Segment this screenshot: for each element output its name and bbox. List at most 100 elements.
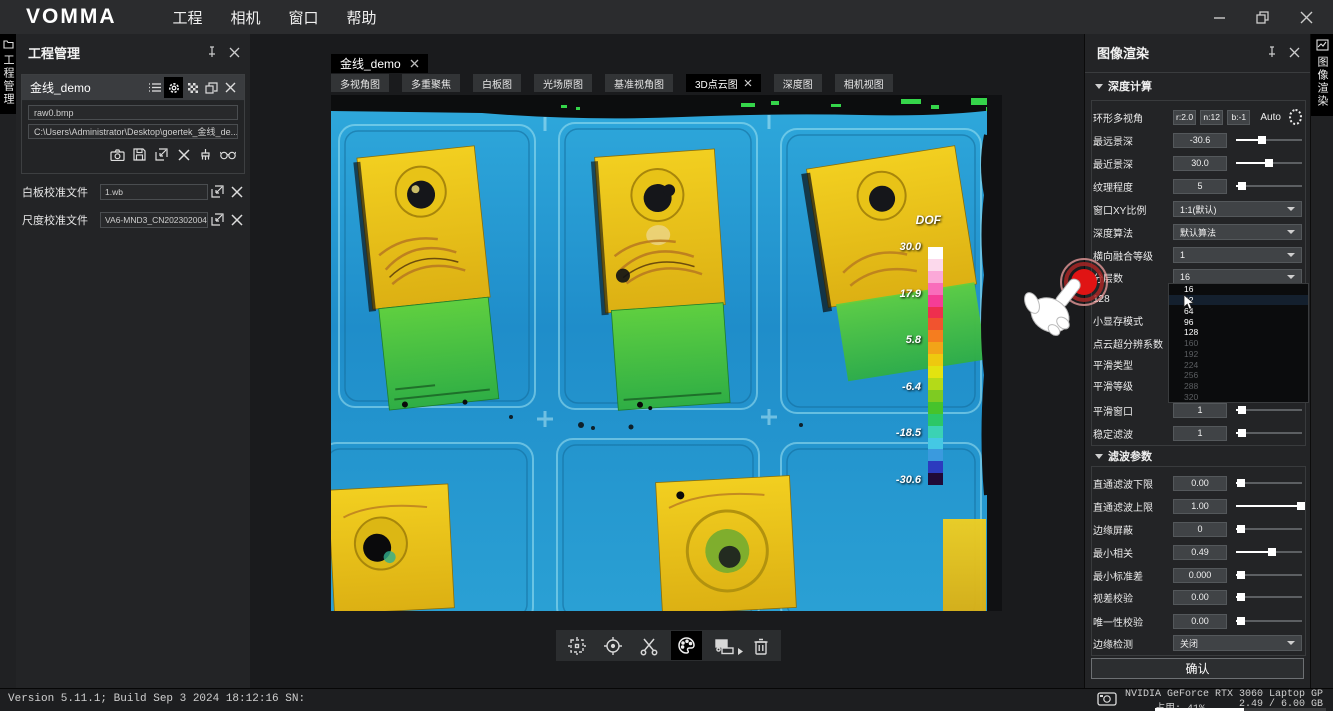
min-correlation-value[interactable]: 0.49 (1173, 545, 1227, 560)
clone-icon[interactable] (202, 77, 221, 98)
close-icon[interactable] (221, 77, 240, 98)
center-target-icon[interactable] (599, 633, 626, 658)
passthrough-lower-slider[interactable] (1236, 475, 1302, 491)
stable-filter-value[interactable]: 1 (1173, 426, 1227, 441)
slider-handle[interactable] (1265, 159, 1273, 167)
close-icon[interactable] (227, 181, 246, 202)
slider-handle[interactable] (1268, 548, 1276, 556)
texture-level-value[interactable]: 5 (1173, 179, 1227, 194)
depth-section-header[interactable]: 深度计算 (1095, 78, 1152, 94)
close-icon[interactable] (744, 79, 752, 87)
close-icon[interactable] (175, 144, 192, 165)
dropdown-option[interactable]: 96 (1169, 316, 1308, 327)
smooth-window-slider[interactable] (1236, 402, 1302, 418)
project-path-field[interactable]: C:\Users\Administrator\Desktop\goertek_金… (28, 124, 238, 139)
pin-icon[interactable] (1265, 46, 1277, 58)
edge-mask-slider[interactable] (1236, 521, 1302, 537)
ring-b-field[interactable]: b:-1 (1227, 110, 1250, 125)
uniqueness-check-slider[interactable] (1236, 613, 1302, 629)
min-stddev-slider[interactable] (1236, 567, 1302, 583)
tab-multifocus[interactable]: 多重聚焦 (402, 74, 460, 92)
edge-mask-value[interactable]: 0 (1173, 522, 1227, 537)
dropdown-option[interactable]: 16 (1169, 284, 1308, 295)
slider-handle[interactable] (1237, 617, 1245, 625)
project-row[interactable]: 金线_demo (22, 75, 244, 101)
far-depth-value[interactable]: -30.6 (1173, 133, 1227, 148)
document-tab[interactable]: 金线_demo (331, 54, 428, 73)
refresh-spinner-icon[interactable] (1289, 109, 1302, 125)
passthrough-upper-slider[interactable] (1236, 498, 1302, 514)
glasses-icon[interactable] (219, 144, 236, 165)
render-panel-rail-tab[interactable]: 图像渲染 (1311, 34, 1333, 116)
palette-icon[interactable] (671, 631, 702, 660)
export-icon[interactable] (153, 144, 170, 165)
slider-handle[interactable] (1237, 525, 1245, 533)
edge-detect-select[interactable]: 关闭 (1173, 635, 1302, 651)
window-xy-ratio-select[interactable]: 1:1(默认) (1173, 201, 1302, 217)
dropdown-option[interactable]: 32 (1169, 295, 1308, 306)
dropdown-option[interactable]: 64 (1169, 305, 1308, 316)
restore-icon[interactable] (1256, 11, 1270, 24)
slider-handle[interactable] (1237, 479, 1245, 487)
uniqueness-check-value[interactable]: 0.00 (1173, 614, 1227, 629)
checkerboard-icon[interactable] (183, 77, 202, 98)
close-icon[interactable] (1300, 11, 1313, 24)
slider-handle[interactable] (1237, 593, 1245, 601)
texture-level-slider[interactable] (1236, 178, 1302, 194)
trash-icon[interactable] (747, 633, 774, 658)
confirm-button[interactable]: 确认 (1091, 658, 1304, 679)
edit-icon[interactable] (208, 181, 227, 202)
project-panel-rail-tab[interactable]: 工程管理 (0, 34, 16, 114)
window-layout-icon[interactable] (711, 633, 738, 658)
ring-n-field[interactable]: n:12 (1200, 110, 1223, 125)
close-icon[interactable] (227, 209, 246, 230)
slider-handle[interactable] (1258, 136, 1266, 144)
near-depth-slider[interactable] (1236, 155, 1302, 171)
tab-whiteboard[interactable]: 白板图 (473, 74, 521, 92)
point-cloud-view[interactable] (331, 95, 1002, 611)
close-icon[interactable] (1289, 47, 1300, 58)
far-depth-slider[interactable] (1236, 132, 1302, 148)
tab-lightfield[interactable]: 光场原图 (534, 74, 592, 92)
close-icon[interactable] (410, 59, 419, 68)
min-correlation-slider[interactable] (1236, 544, 1302, 560)
broom-icon[interactable] (197, 144, 214, 165)
lateral-fusion-select[interactable]: 1 (1173, 247, 1302, 263)
save-icon[interactable] (131, 144, 148, 165)
slider-handle[interactable] (1238, 406, 1246, 414)
depth-algorithm-select[interactable]: 默认算法 (1173, 224, 1302, 240)
tab-camera-view[interactable]: 相机视图 (835, 74, 893, 92)
minimize-icon[interactable] (1213, 11, 1226, 24)
tab-3d-pointcloud[interactable]: 3D点云图 (686, 74, 761, 92)
frame-adjust-icon[interactable] (563, 633, 590, 658)
tab-reference-view[interactable]: 基准视角图 (605, 74, 673, 92)
menu-help[interactable]: 帮助 (347, 7, 377, 28)
list-icon[interactable] (145, 77, 164, 98)
scissors-icon[interactable] (635, 633, 662, 658)
menu-window[interactable]: 窗口 (289, 7, 319, 28)
disparity-check-slider[interactable] (1236, 589, 1302, 605)
auto-label[interactable]: Auto (1260, 112, 1281, 123)
slider-handle[interactable] (1237, 571, 1245, 579)
menu-project[interactable]: 工程 (173, 7, 203, 28)
stable-filter-slider[interactable] (1236, 425, 1302, 441)
gear-icon[interactable] (164, 77, 183, 98)
menu-camera[interactable]: 相机 (231, 7, 261, 28)
filter-section-header[interactable]: 滤波参数 (1095, 448, 1152, 464)
min-stddev-value[interactable]: 0.000 (1173, 568, 1227, 583)
slider-handle[interactable] (1238, 429, 1246, 437)
close-icon[interactable] (229, 47, 240, 58)
scale-calib-field[interactable]: VA6-MND3_CN2023020048... (100, 212, 208, 228)
camera-icon[interactable] (109, 144, 126, 165)
disparity-check-value[interactable]: 0.00 (1173, 590, 1227, 605)
tab-multiview[interactable]: 多视角图 (331, 74, 389, 92)
tab-depth-map[interactable]: 深度图 (774, 74, 822, 92)
smooth-window-value[interactable]: 1 (1173, 403, 1227, 418)
raw-file-field[interactable]: raw0.bmp (28, 105, 238, 120)
slider-handle[interactable] (1238, 182, 1246, 190)
passthrough-lower-value[interactable]: 0.00 (1173, 476, 1227, 491)
edit-icon[interactable] (208, 209, 227, 230)
ring-r-field[interactable]: r:2.0 (1173, 110, 1196, 125)
dropdown-option[interactable]: 128 (1169, 327, 1308, 338)
passthrough-upper-value[interactable]: 1.00 (1173, 499, 1227, 514)
